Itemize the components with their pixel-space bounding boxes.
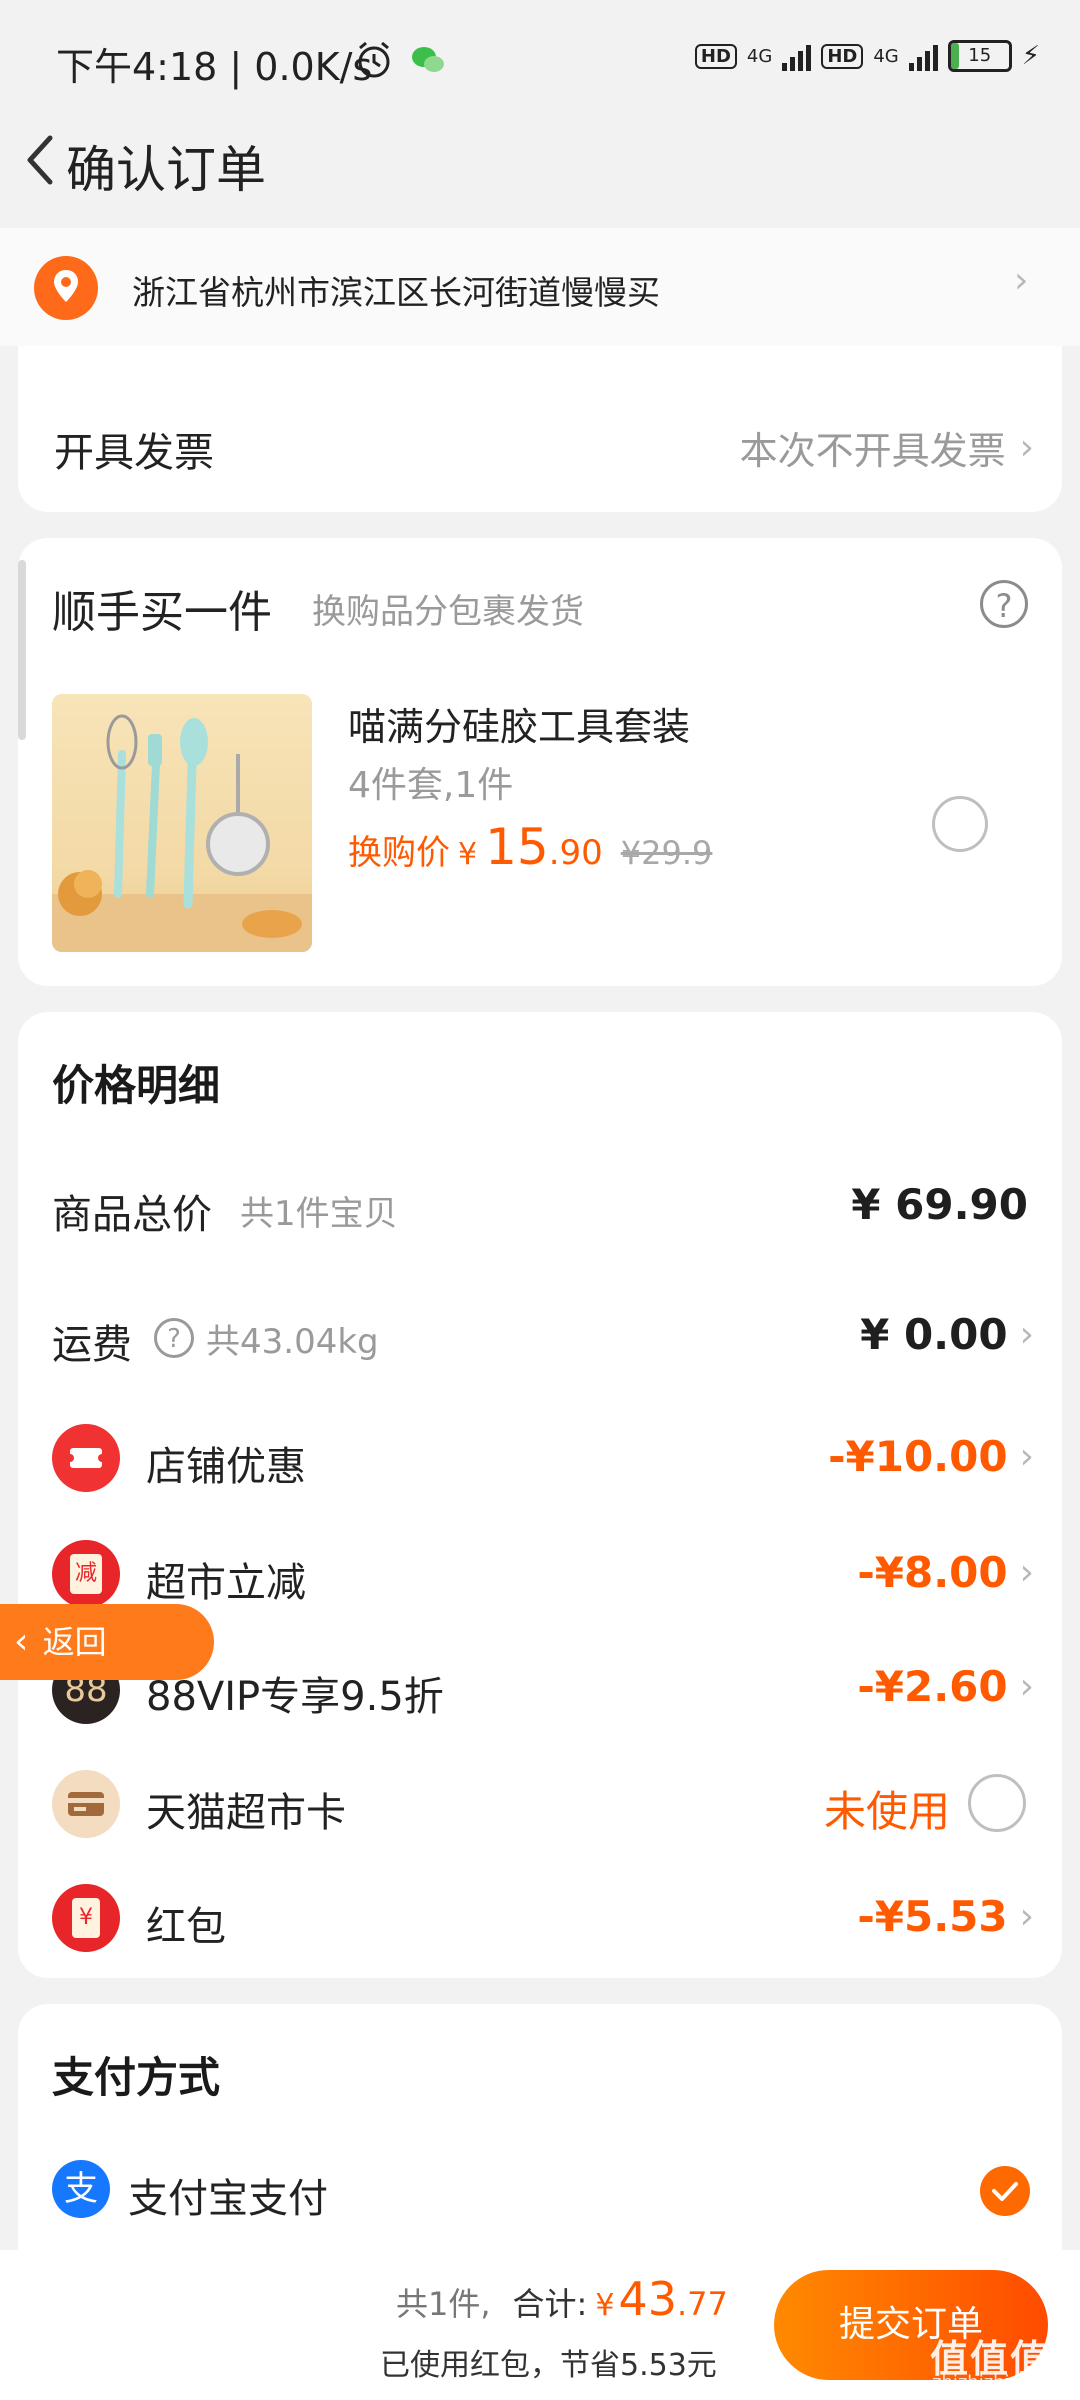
payment-title: 支付方式 bbox=[52, 2053, 221, 2102]
battery-icon: 15 bbox=[947, 40, 1012, 72]
total-decimal: .77 bbox=[676, 2285, 728, 2323]
discount-row-shop[interactable]: -¥10.00 › bbox=[828, 1432, 1034, 1481]
items-total-value: ¥ 69.90 bbox=[851, 1180, 1028, 1229]
hd-badge-1: HD bbox=[694, 43, 737, 69]
price-decimal: .90 bbox=[548, 833, 603, 873]
net-label-1: 4G bbox=[746, 45, 773, 67]
alipay-icon: 支 bbox=[52, 2160, 110, 2218]
total-count: 共1件, bbox=[396, 2285, 491, 2323]
total-currency: ¥ bbox=[595, 2288, 615, 2323]
check-icon[interactable] bbox=[980, 2166, 1030, 2216]
price-currency: ¥ bbox=[458, 837, 478, 872]
wechat-icon bbox=[410, 44, 446, 76]
price-detail-title: 价格明细 bbox=[52, 1061, 221, 1110]
page-title: 确认订单 bbox=[66, 141, 266, 199]
chevron-right-icon: › bbox=[1019, 1552, 1034, 1593]
original-price: ¥29.9 bbox=[620, 834, 713, 872]
product-spec: 4件套,1件 bbox=[348, 765, 514, 806]
discount-label-card: 天猫超市卡 bbox=[146, 1790, 346, 1836]
location-pin-shape bbox=[52, 268, 80, 304]
signal-icon-1 bbox=[782, 41, 812, 71]
price-integer: 15 bbox=[485, 818, 549, 876]
shipping-value: ¥ 0.00 bbox=[860, 1310, 1008, 1359]
discount-value-market: -¥8.00 bbox=[857, 1548, 1008, 1597]
product-price-row: 换购价 ¥ 15 .90 ¥29.9 bbox=[348, 818, 712, 876]
shipping-help-icon[interactable]: ? bbox=[154, 1318, 194, 1358]
discount-row-market[interactable]: -¥8.00 › bbox=[857, 1548, 1034, 1597]
product-image[interactable] bbox=[52, 694, 312, 952]
discount-value-redpacket: -¥5.53 bbox=[857, 1892, 1008, 1941]
chevron-right-icon: › bbox=[1019, 1896, 1034, 1937]
scrollbar[interactable] bbox=[18, 560, 26, 740]
alarm-icon bbox=[354, 40, 394, 80]
hd-badge-2: HD bbox=[821, 43, 864, 69]
floating-back-label: 返回 bbox=[42, 1623, 107, 1661]
chevron-right-icon: › bbox=[1019, 1666, 1034, 1707]
addon-subtitle: 换购品分包裹发货 bbox=[312, 592, 584, 632]
status-bar: 下午4:18 | 0.0K/s HD 4G HD 4G 15 ⚡ bbox=[0, 0, 1080, 120]
signal-icon-2 bbox=[908, 41, 938, 71]
shipping-sub: 共43.04kg bbox=[206, 1322, 379, 1362]
discount-row-vip[interactable]: -¥2.60 › bbox=[857, 1662, 1034, 1711]
net-label-2: 4G bbox=[873, 45, 899, 67]
status-time-speed: 下午4:18 | 0.0K/s bbox=[56, 45, 373, 89]
invoice-value: 本次不开具发票 bbox=[739, 429, 1006, 473]
shipping-label: 运费 bbox=[52, 1322, 132, 1368]
total-row: 共1件, 合计: ¥ 43 .77 bbox=[396, 2272, 728, 2326]
price-label: 换购价 bbox=[348, 833, 450, 873]
floating-back-button[interactable]: ‹ 返回 bbox=[0, 1604, 214, 1680]
savings-text: 已使用红包，节省5.53元 bbox=[380, 2348, 717, 2383]
discount-label-market: 超市立减 bbox=[146, 1560, 306, 1606]
total-integer: 43 bbox=[618, 2272, 677, 2326]
back-icon[interactable] bbox=[16, 130, 64, 190]
battery-level: 15 bbox=[968, 45, 992, 66]
reduce-icon: 减 bbox=[52, 1540, 120, 1608]
discount-value-card: 未使用 bbox=[824, 1787, 951, 1836]
chevron-left-icon: ‹ bbox=[14, 1621, 29, 1662]
invoice-value-row[interactable]: 本次不开具发票 › bbox=[740, 420, 1034, 475]
discount-value-vip: -¥2.60 bbox=[857, 1662, 1008, 1711]
shipping-value-row[interactable]: ¥ 0.00 › bbox=[860, 1310, 1034, 1359]
discount-label-redpacket: 红包 bbox=[146, 1904, 226, 1950]
chevron-right-icon: › bbox=[1019, 1314, 1034, 1355]
address-chevron-icon: › bbox=[1014, 260, 1029, 301]
chevron-right-icon: › bbox=[1019, 427, 1034, 468]
addon-select-radio[interactable] bbox=[932, 796, 988, 852]
items-total-sub: 共1件宝贝 bbox=[240, 1194, 398, 1234]
discount-row-redpacket[interactable]: -¥5.53 › bbox=[857, 1892, 1034, 1941]
ticket-icon bbox=[52, 1424, 120, 1492]
status-right: HD 4G HD 4G 15 ⚡ bbox=[694, 40, 1040, 72]
charging-icon: ⚡ bbox=[1021, 41, 1040, 71]
total-label: 合计: bbox=[512, 2285, 588, 2323]
payment-method-label[interactable]: 支付宝支付 bbox=[128, 2166, 328, 2224]
address-text: 浙江省杭州市滨江区长河街道慢慢买 bbox=[132, 273, 660, 312]
discount-label-shop: 店铺优惠 bbox=[146, 1444, 306, 1490]
addon-title: 顺手买一件 bbox=[52, 587, 272, 638]
red-packet-icon-text: ¥ bbox=[72, 1898, 100, 1938]
product-name[interactable]: 喵满分硅胶工具套装 bbox=[348, 696, 690, 751]
items-total-label: 商品总价 bbox=[52, 1192, 212, 1238]
supermarket-card-radio[interactable] bbox=[968, 1774, 1026, 1832]
help-icon[interactable]: ? bbox=[980, 580, 1028, 628]
invoice-label: 开具发票 bbox=[54, 430, 214, 476]
battery-fill bbox=[950, 43, 960, 69]
red-packet-icon: ¥ bbox=[52, 1884, 120, 1952]
reduce-icon-text: 减 bbox=[70, 1554, 102, 1594]
chevron-right-icon: › bbox=[1019, 1436, 1034, 1477]
discount-value-shop: -¥10.00 bbox=[828, 1432, 1008, 1481]
watermark-url: zhizhizhi.com bbox=[932, 2372, 1054, 2393]
card-icon bbox=[52, 1770, 120, 1838]
